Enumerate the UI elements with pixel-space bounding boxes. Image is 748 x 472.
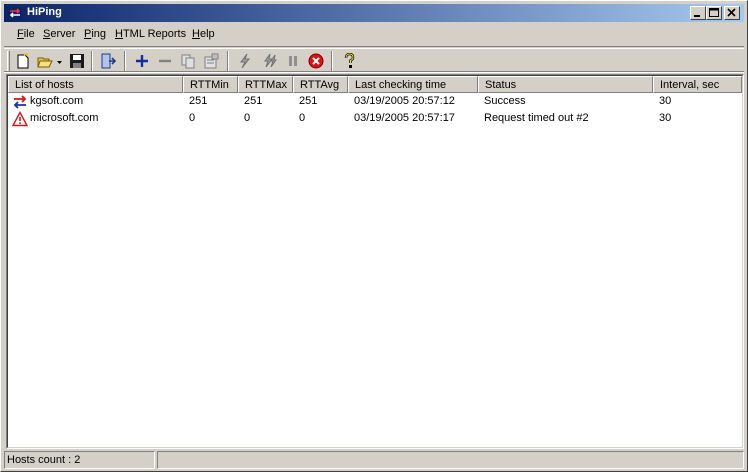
- host-name: microsoft.com: [30, 112, 99, 124]
- app-window: HiPing File Server Ping HTML Reports Hel…: [0, 0, 748, 472]
- pause-icon: [289, 56, 297, 66]
- status-bar: Hosts count : 2: [4, 451, 744, 469]
- remove-icon: [159, 59, 171, 63]
- new-icon: [17, 53, 29, 69]
- window-title: HiPing: [27, 6, 62, 18]
- warning-icon: [11, 111, 29, 127]
- interval-value: 30: [659, 112, 672, 124]
- dropdown-arrow-icon: [57, 61, 62, 64]
- list-header: List of hosts RTTMin RTTMax RTTAvg Last …: [8, 76, 742, 93]
- hosts-list-view[interactable]: List of hosts RTTMin RTTMax RTTAvg Last …: [6, 74, 744, 449]
- menu-file[interactable]: File: [17, 28, 35, 40]
- rtt-max: 0: [244, 112, 251, 124]
- help-button[interactable]: [339, 51, 359, 71]
- ping-all-icon: [264, 53, 277, 68]
- host-properties-button[interactable]: [201, 51, 221, 71]
- save-icon: [70, 54, 84, 68]
- interval-value: 30: [659, 95, 672, 107]
- help-icon: [344, 53, 355, 68]
- menu-html-reports[interactable]: HTML Reports: [115, 28, 186, 40]
- host-name: kgsoft.com: [30, 95, 84, 107]
- add-host-button[interactable]: [132, 51, 152, 71]
- last-checking-time: 03/19/2005 20:57:12: [354, 95, 455, 107]
- add-icon: [136, 55, 148, 67]
- toolbar-grip[interactable]: [7, 51, 10, 71]
- table-row[interactable]: kgsoft.com 251 251 251 03/19/2005 20:57:…: [8, 93, 742, 110]
- open-icon: [37, 57, 53, 68]
- menu-help[interactable]: Help: [192, 28, 215, 40]
- exit-icon: [101, 53, 116, 69]
- close-button[interactable]: [724, 6, 740, 20]
- column-header-hosts[interactable]: List of hosts: [8, 76, 183, 93]
- ping-icon: [240, 53, 251, 69]
- rtt-min: 0: [189, 112, 196, 124]
- toolbar-separator: [124, 51, 126, 71]
- menu-bar: File Server Ping HTML Reports Help: [4, 25, 744, 45]
- minimize-icon: [694, 15, 700, 17]
- toolbar-separator: [227, 51, 229, 71]
- stop-button[interactable]: [306, 51, 326, 71]
- ping-all-button[interactable]: [260, 51, 280, 71]
- column-header-last-checking-time[interactable]: Last checking time: [348, 76, 478, 93]
- maximize-icon: [709, 8, 719, 17]
- menu-ping[interactable]: Ping: [84, 28, 106, 40]
- toolbar: [4, 46, 744, 73]
- hosts-count-panel: Hosts count : 2: [4, 451, 155, 469]
- title-bar[interactable]: HiPing: [4, 4, 744, 22]
- toolbar-separator: [91, 51, 93, 71]
- pause-button[interactable]: [283, 51, 303, 71]
- rtt-min: 251: [189, 95, 208, 107]
- column-header-status[interactable]: Status: [478, 76, 653, 93]
- stop-icon: [308, 53, 324, 69]
- column-header-rttmin[interactable]: RTTMin: [183, 76, 238, 93]
- rtt-avg: 251: [299, 95, 318, 107]
- rtt-avg: 0: [299, 112, 306, 124]
- open-dropdown-button[interactable]: [54, 51, 64, 71]
- column-header-rttmax[interactable]: RTTMax: [238, 76, 293, 93]
- column-header-rttavg[interactable]: RTTAvg: [293, 76, 348, 93]
- new-button[interactable]: [13, 51, 33, 71]
- open-button[interactable]: [35, 51, 55, 71]
- minimize-button[interactable]: [690, 6, 706, 20]
- remove-host-button[interactable]: [155, 51, 175, 71]
- status-text: Request timed out #2: [484, 112, 589, 124]
- success-arrows-icon: [12, 94, 28, 110]
- status-text: Success: [484, 95, 526, 107]
- table-row[interactable]: microsoft.com 0 0 0 03/19/2005 20:57:17 …: [8, 110, 742, 127]
- rtt-max: 251: [244, 95, 263, 107]
- column-header-interval[interactable]: Interval, sec: [653, 76, 742, 93]
- toolbar-separator: [331, 51, 333, 71]
- last-checking-time: 03/19/2005 20:57:17: [354, 112, 455, 124]
- status-panel: [157, 451, 744, 469]
- properties-icon: [204, 53, 219, 69]
- ping-button[interactable]: [235, 51, 255, 71]
- menu-server[interactable]: Server: [43, 28, 75, 40]
- hiping-app-icon[interactable]: [7, 5, 23, 21]
- copy-icon: [181, 54, 195, 69]
- save-button[interactable]: [67, 51, 87, 71]
- copy-host-button[interactable]: [178, 51, 198, 71]
- close-icon: [727, 8, 736, 17]
- maximize-button[interactable]: [706, 6, 722, 20]
- exit-button[interactable]: [98, 51, 118, 71]
